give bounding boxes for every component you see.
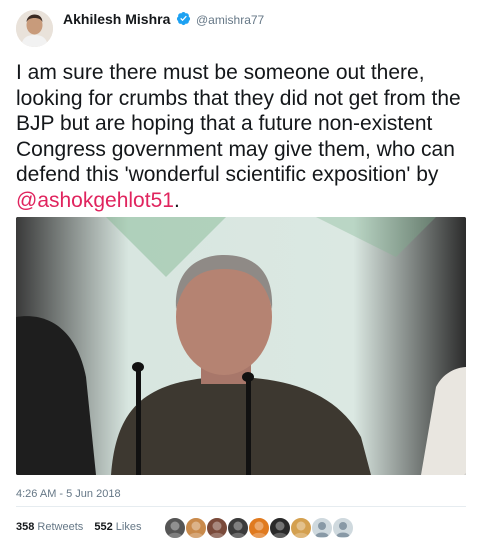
liker-avatar-icon[interactable] bbox=[164, 517, 186, 539]
likes-count: 552 bbox=[94, 521, 113, 533]
liker-avatar-icon[interactable] bbox=[290, 517, 312, 539]
author-handle[interactable]: @amishra77 bbox=[196, 13, 264, 27]
retweets-stat[interactable]: 358 Retweets bbox=[16, 521, 83, 533]
author-avatar[interactable] bbox=[16, 10, 53, 47]
tweet-timestamp[interactable]: 4:26 AM - 5 Jun 2018 bbox=[16, 488, 121, 500]
tweet-text-end: . bbox=[173, 188, 180, 212]
engagement-stats: 358 Retweets 552 Likes bbox=[16, 521, 149, 533]
tweet-media-image[interactable] bbox=[16, 217, 466, 475]
likes-stat[interactable]: 552 Likes bbox=[94, 521, 141, 533]
verified-badge-icon bbox=[176, 11, 191, 26]
likes-label: Likes bbox=[115, 521, 142, 533]
retweets-count: 358 bbox=[16, 521, 35, 533]
author-name[interactable]: Akhilesh Mishra bbox=[63, 11, 170, 27]
default-avatar-icon[interactable] bbox=[332, 517, 354, 539]
liker-avatar-icon[interactable] bbox=[227, 517, 249, 539]
liker-avatar-icon[interactable] bbox=[185, 517, 207, 539]
divider bbox=[16, 506, 466, 507]
liker-avatar-icon[interactable] bbox=[206, 517, 228, 539]
liker-avatar-icon[interactable] bbox=[248, 517, 270, 539]
default-avatar-icon[interactable] bbox=[311, 517, 333, 539]
retweets-label: Retweets bbox=[37, 521, 84, 533]
liker-avatar-icon[interactable] bbox=[269, 517, 291, 539]
tweet-text: I am sure there must be someone out ther… bbox=[16, 60, 468, 214]
mention-link[interactable]: @ashokgehlot51 bbox=[16, 189, 174, 212]
tweet-text-body: I am sure there must be someone out ther… bbox=[16, 61, 461, 187]
